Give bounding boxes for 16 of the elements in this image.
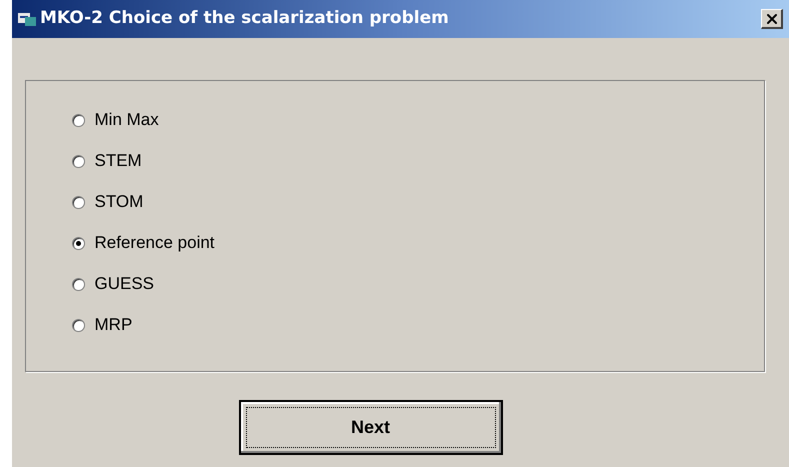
next-button[interactable]: Next bbox=[238, 400, 502, 455]
radio-button[interactable] bbox=[72, 318, 84, 332]
radio-button[interactable] bbox=[72, 236, 84, 250]
radio-option[interactable]: STOM bbox=[72, 191, 144, 213]
radio-option[interactable]: Reference point bbox=[72, 232, 215, 254]
radio-option[interactable]: GUESS bbox=[72, 273, 154, 295]
radio-option[interactable]: STEM bbox=[72, 150, 142, 172]
radio-option[interactable]: MRP bbox=[72, 314, 132, 336]
window-title: MKO-2 Choice of the scalarization problem bbox=[40, 7, 449, 30]
radio-option[interactable]: Min Max bbox=[72, 109, 159, 131]
close-button[interactable] bbox=[761, 9, 783, 29]
radio-button[interactable] bbox=[72, 114, 84, 126]
radio-button[interactable] bbox=[72, 278, 84, 290]
radio-button[interactable] bbox=[72, 154, 84, 168]
radio-button[interactable] bbox=[72, 196, 84, 208]
app-icon bbox=[18, 11, 36, 27]
